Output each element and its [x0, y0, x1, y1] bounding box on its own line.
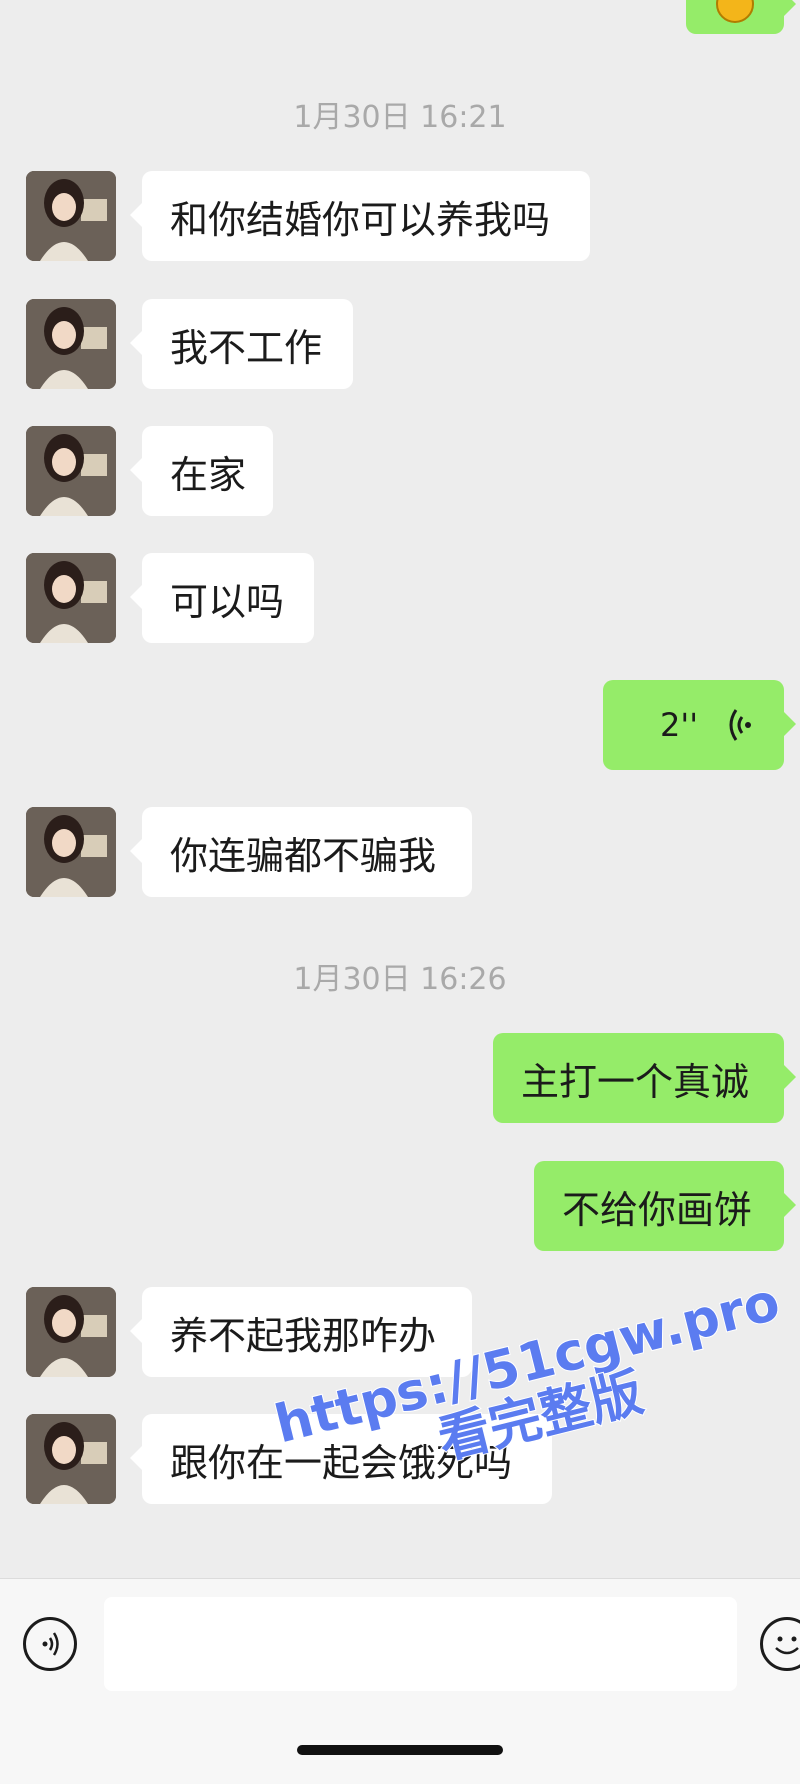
message-bubble[interactable]: 主打一个真诚 [493, 1033, 796, 1123]
home-indicator[interactable] [297, 1745, 503, 1755]
contact-avatar[interactable] [26, 426, 116, 516]
message-text: 你连骗都不骗我 [170, 833, 437, 878]
contact-avatar[interactable] [26, 807, 116, 897]
voice-wave-icon [729, 709, 751, 741]
avatar-image [26, 553, 116, 643]
avatar-image [26, 1287, 116, 1377]
chat-input-bar [0, 1578, 800, 1784]
message-text: 在家 [170, 452, 247, 497]
message-text: 主打一个真诚 [521, 1059, 750, 1104]
contact-avatar[interactable] [26, 1287, 116, 1377]
smiley-icon [775, 1636, 799, 1655]
avatar-image [26, 299, 116, 389]
contact-avatar[interactable] [26, 299, 116, 389]
voice-duration: 2'' [660, 706, 698, 744]
emoji-icon [716, 0, 754, 23]
voice-message-bubble[interactable]: 2'' [603, 680, 796, 770]
voice-input-icon [42, 1632, 59, 1656]
voice-input-button[interactable] [23, 1617, 77, 1671]
avatar-image [26, 807, 116, 897]
message-text: 和你结婚你可以养我吗 [170, 197, 551, 242]
avatar-image [26, 426, 116, 516]
avatar-image [26, 171, 116, 261]
message-bubble[interactable]: 不给你画饼 [534, 1161, 796, 1251]
avatar-image [26, 1414, 116, 1504]
contact-avatar[interactable] [26, 1414, 116, 1504]
message-text: 可以吗 [170, 579, 285, 624]
emoji-button[interactable] [760, 1617, 800, 1671]
contact-avatar[interactable] [26, 171, 116, 261]
timestamp: 1月30日 16:26 [293, 962, 507, 997]
timestamp: 1月30日 16:21 [293, 100, 507, 135]
message-bubble[interactable]: 我不工作 [130, 299, 353, 389]
message-text: 我不工作 [170, 325, 323, 370]
message-text: 养不起我那咋办 [170, 1313, 437, 1358]
emoji-sticker-bubble[interactable] [686, 0, 796, 34]
message-bubble[interactable]: 可以吗 [130, 553, 314, 643]
message-input[interactable] [104, 1597, 737, 1691]
message-bubble[interactable]: 在家 [130, 426, 273, 516]
message-bubble[interactable]: 你连骗都不骗我 [130, 807, 472, 897]
contact-avatar[interactable] [26, 553, 116, 643]
message-bubble[interactable]: 和你结婚你可以养我吗 [130, 171, 590, 261]
message-text: 不给你画饼 [562, 1187, 753, 1232]
